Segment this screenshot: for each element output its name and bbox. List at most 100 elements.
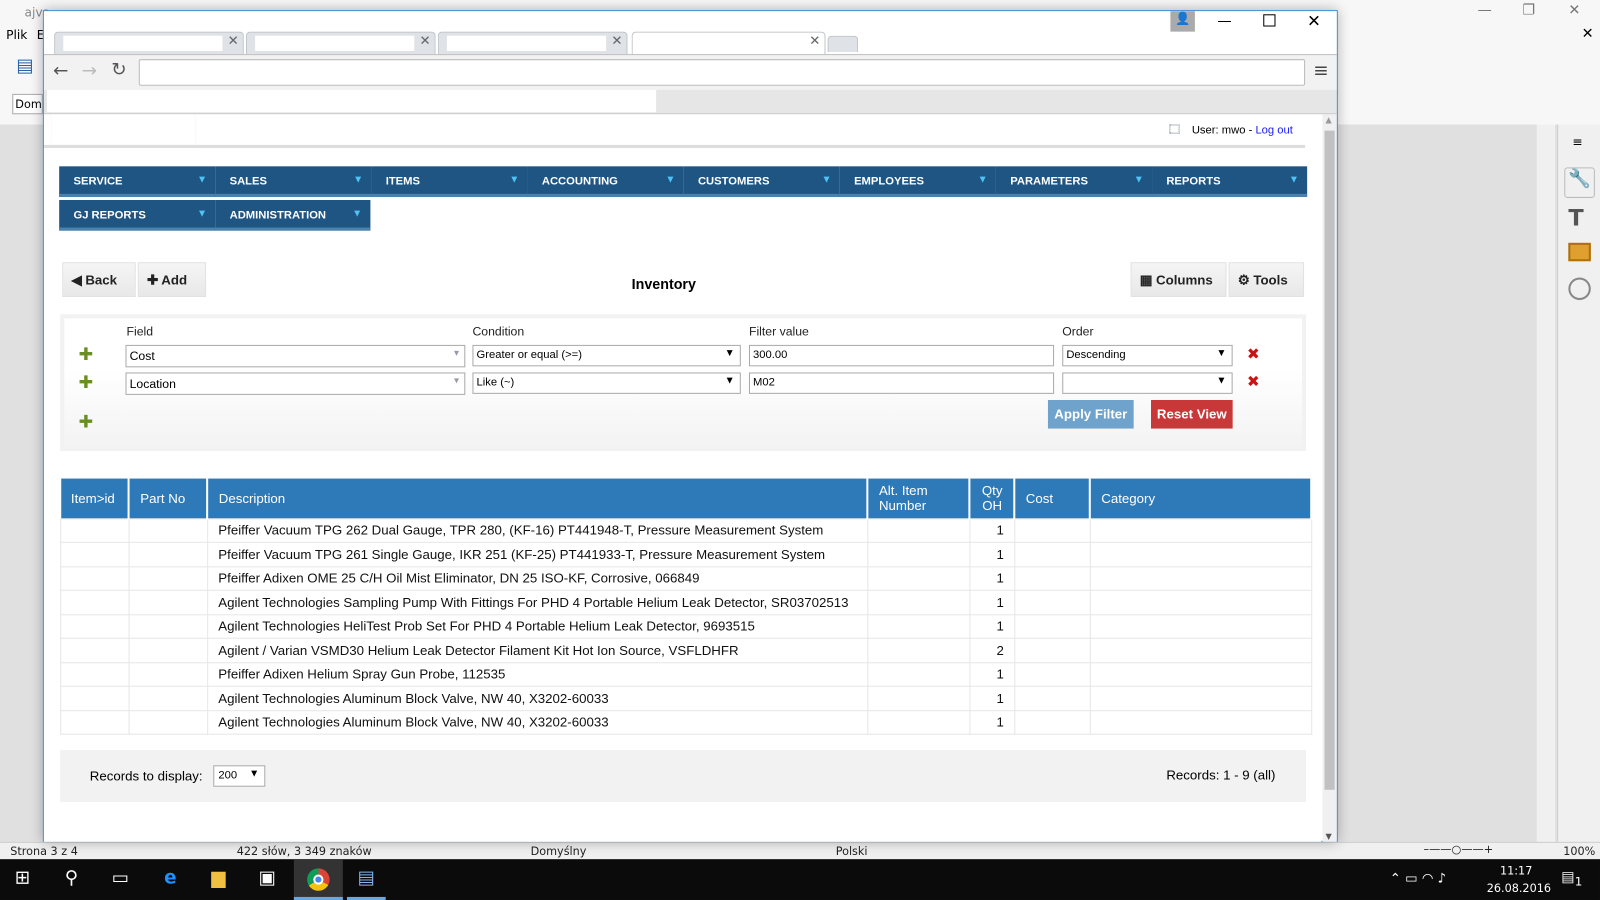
browser-tab-active[interactable]: ✕ xyxy=(631,31,826,55)
clock-date[interactable]: 26.08.2016 xyxy=(1487,882,1551,895)
nav-gj-reports[interactable]: GJ REPORTS ▼ xyxy=(59,199,216,231)
sidebar-menu-icon[interactable]: ≡ xyxy=(1572,135,1582,149)
back-arrow-icon[interactable]: ← xyxy=(53,60,68,81)
field-select[interactable]: Cost ▾ xyxy=(125,344,466,368)
column-header[interactable]: Category xyxy=(1090,478,1313,519)
writer-scrollbar[interactable] xyxy=(1536,124,1556,842)
wrench-icon[interactable]: 🔧 xyxy=(1564,167,1595,198)
column-header[interactable]: Description xyxy=(207,478,869,519)
nav-customers[interactable]: CUSTOMERS ▼ xyxy=(683,166,840,197)
filter-value-input[interactable]: 300.00 xyxy=(748,344,1055,367)
status-zoom: 100% xyxy=(1563,844,1596,859)
clock-time[interactable]: 11:17 xyxy=(1500,864,1532,877)
web-page: User: mwo - Log out SERVICE ▼ SALES ▼ ITEM… xyxy=(43,114,1322,842)
browser-tab[interactable]: ✕ xyxy=(437,31,628,55)
minimize-icon[interactable]: — xyxy=(1478,2,1492,18)
store-icon[interactable]: ▣ xyxy=(255,867,279,891)
add-filter-row-icon[interactable]: ✚ xyxy=(79,412,94,432)
table-row[interactable]: Pfeiffer Adixen OME 25 C/H Oil Mist Elim… xyxy=(60,565,1312,591)
notification-icon[interactable]: ▤1 xyxy=(1561,869,1582,888)
add-button[interactable]: ✚ Add xyxy=(137,262,207,297)
add-filter-icon[interactable]: ✚ xyxy=(79,372,94,392)
close-doc-icon[interactable]: ✕ xyxy=(1582,26,1594,42)
table-row[interactable]: Pfeiffer Vacuum TPG 262 Dual Gauge, TPR … xyxy=(60,517,1312,543)
table-row[interactable]: Agilent Technologies HeliTest Prob Set F… xyxy=(60,613,1312,639)
writer-doc-icon[interactable]: ▤ xyxy=(16,55,33,76)
tools-button[interactable]: ⚙ Tools xyxy=(1228,262,1305,297)
close-tab-icon[interactable]: ✕ xyxy=(228,34,239,49)
browser-tab[interactable]: ✕ xyxy=(245,31,436,55)
browser-close-icon[interactable]: ✕ xyxy=(1307,11,1321,30)
address-bar[interactable] xyxy=(138,59,1306,86)
nav-administration[interactable]: ADMINISTRATION ▼ xyxy=(215,199,371,231)
remove-filter-icon[interactable]: ✖ xyxy=(1247,372,1260,390)
table-row[interactable]: Agilent Technologies Aluminum Block Valv… xyxy=(60,685,1312,711)
search-icon[interactable]: ⚲ xyxy=(59,867,83,891)
condition-select[interactable]: Greater or equal (>=) ▼ xyxy=(472,344,741,367)
column-header[interactable]: Item>id xyxy=(60,478,131,519)
column-header[interactable]: Alt. Item Number xyxy=(867,478,971,519)
explorer-icon[interactable]: ▆ xyxy=(206,867,230,891)
table-row[interactable]: Agilent Technologies Aluminum Block Valv… xyxy=(60,709,1312,735)
condition-select[interactable]: Like (~) ▼ xyxy=(472,372,741,394)
logout-link[interactable]: Log out xyxy=(1255,124,1292,136)
nav-accounting[interactable]: ACCOUNTING ▼ xyxy=(527,166,684,197)
table-row[interactable]: Agilent Technologies Sampling Pump With … xyxy=(60,589,1312,615)
nav-label: ITEMS xyxy=(385,175,421,188)
add-filter-icon[interactable]: ✚ xyxy=(79,345,94,365)
styles-icon[interactable]: T xyxy=(1568,206,1583,232)
nav-parameters[interactable]: PARAMETERS ▼ xyxy=(995,166,1153,197)
style-box[interactable]: Dom xyxy=(12,93,43,115)
browser-minimize-icon[interactable]: — xyxy=(1217,13,1231,29)
nav-reports[interactable]: REPORTS ▼ xyxy=(1152,166,1308,197)
reload-icon[interactable]: ↻ xyxy=(111,59,126,80)
forward-arrow-icon[interactable]: → xyxy=(82,60,97,81)
column-header[interactable]: Cost xyxy=(1014,478,1092,519)
gallery-icon[interactable] xyxy=(1568,242,1591,262)
edge-icon[interactable]: e xyxy=(158,867,182,891)
nav-employees[interactable]: EMPLOYEES ▼ xyxy=(839,166,996,197)
browser-tab[interactable]: ✕ xyxy=(54,31,244,55)
table-row[interactable]: Pfeiffer Vacuum TPG 261 Single Gauge, IK… xyxy=(60,541,1312,567)
table-row[interactable]: Pfeiffer Adixen Helium Spray Gun Probe, … xyxy=(60,661,1312,687)
description-cell: Pfeiffer Adixen OME 25 C/H Oil Mist Elim… xyxy=(207,565,869,591)
close-tab-icon[interactable]: ✕ xyxy=(809,34,820,49)
nav-sales[interactable]: SALES ▼ xyxy=(215,166,372,197)
apply-filter-button[interactable]: Apply Filter xyxy=(1047,399,1134,429)
records-select[interactable]: 200 ▼ xyxy=(213,765,266,787)
order-select[interactable]: Descending ▼ xyxy=(1062,344,1233,367)
new-tab-button[interactable] xyxy=(827,35,859,53)
chrome-taskbar-button[interactable] xyxy=(293,859,343,900)
table-row[interactable]: Agilent / Varian VSMD30 Helium Leak Dete… xyxy=(60,637,1312,663)
navigator-icon[interactable] xyxy=(1568,277,1591,300)
writer-menu-plik[interactable]: Plik xyxy=(6,28,27,42)
nav-items[interactable]: ITEMS ▼ xyxy=(371,166,528,197)
page-scrollbar[interactable]: ▲ ▼ xyxy=(1322,114,1337,842)
notification-count: 1 xyxy=(1574,874,1583,889)
close-tab-icon[interactable]: ✕ xyxy=(419,34,430,49)
reset-view-button[interactable]: Reset View xyxy=(1151,399,1233,429)
column-header[interactable]: Qty OH xyxy=(969,478,1016,519)
column-header[interactable]: Part No xyxy=(129,478,209,519)
columns-button[interactable]: ▦ Columns xyxy=(1130,262,1227,297)
dropdown-icon: ▼ xyxy=(1133,174,1144,186)
browser-menu-icon[interactable]: ≡ xyxy=(1313,60,1328,81)
filter-value-input[interactable]: M02 xyxy=(748,372,1055,394)
field-select[interactable]: Location ▾ xyxy=(125,372,466,395)
remove-filter-icon[interactable]: ✖ xyxy=(1247,345,1260,363)
start-icon[interactable]: ⊞ xyxy=(10,867,34,891)
writer-taskbar-button[interactable]: ▤ xyxy=(346,859,386,900)
nav-service[interactable]: SERVICE ▼ xyxy=(59,166,216,197)
profile-icon[interactable]: 👤 xyxy=(1170,11,1195,32)
browser-maximize-icon[interactable] xyxy=(1263,14,1276,27)
restore-icon[interactable]: ❐ xyxy=(1522,2,1535,18)
back-button[interactable]: ◀ Back xyxy=(62,262,136,297)
writer-status-bar: Strona 3 z 4 422 słów, 3 349 znaków Domy… xyxy=(0,841,1600,860)
qty-cell: 2 xyxy=(969,637,1016,663)
close-tab-icon[interactable]: ✕ xyxy=(611,34,622,49)
order-select[interactable]: ▼ xyxy=(1062,372,1233,394)
task-view-icon[interactable]: ▭ xyxy=(108,867,132,891)
close-icon[interactable]: ✕ xyxy=(1568,2,1580,18)
tray-icons[interactable]: ⌃ ▭ ◠ ♪ xyxy=(1390,871,1446,886)
zoom-slider[interactable]: –——○——+ xyxy=(1423,843,1493,856)
